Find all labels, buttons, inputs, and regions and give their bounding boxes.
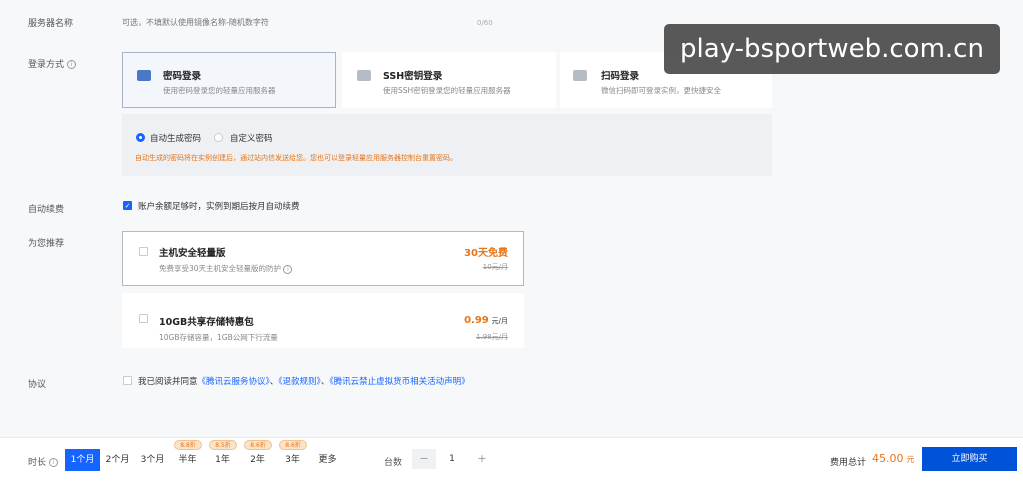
buy-now-button[interactable]: 立即购买 [922, 447, 1017, 471]
recommend-price: 30天免费 [464, 248, 508, 259]
agreement-link-service[interactable]: 《腾讯云服务协议》 [198, 377, 270, 387]
password-panel: 自动生成密码 自定义密码 自动生成的密码将在实例创建后，通过站内信发送给您。您也… [122, 114, 772, 176]
total-price-value: 45.00 [872, 452, 904, 465]
info-icon[interactable]: i [283, 264, 293, 274]
login-option-ssh[interactable]: SSH密钥登录 使用SSH密钥登录您的轻量应用服务器 [342, 52, 556, 108]
duration-half-year[interactable]: 半年 [170, 449, 205, 471]
duration-more[interactable]: 更多 [310, 449, 345, 471]
agreement-label: 协议 [28, 380, 47, 390]
recommend-original-price: 1.98元/月 [476, 333, 508, 341]
key-icon [357, 70, 371, 81]
discount-badge: 8.8折 [174, 440, 202, 450]
duration-label: 时长 i [28, 455, 58, 468]
recommend-item-storage[interactable]: 10GB共享存储特惠包 10GB存储容量，1GB公网下行流量 0.99 元/月 … [122, 293, 524, 348]
recommend-desc-text: 免费享受30天主机安全轻量版的防护 [159, 264, 282, 273]
radio-auto-password[interactable] [136, 133, 145, 142]
password-login-icon [137, 70, 151, 81]
duration-2-months[interactable]: 2个月 [100, 449, 135, 471]
radio-custom-password[interactable] [214, 133, 223, 142]
server-name-label: 服务器名称 [28, 19, 74, 29]
agreement-text: 我已阅读并同意《腾讯云服务协议》、《退款规则》、《腾讯云禁止虚拟货币相关活动声明… [138, 375, 470, 387]
agreement-checkbox[interactable] [123, 376, 132, 385]
recommend-title: 主机安全轻量版 [159, 248, 226, 259]
login-option-desc: 使用SSH密钥登录您的轻量应用服务器 [383, 86, 511, 95]
login-method-label: 登录方式 i [28, 57, 76, 70]
login-option-title: SSH密钥登录 [383, 71, 443, 82]
discount-badge: 8.6折 [279, 440, 307, 450]
auto-renew-checkbox[interactable]: ✓ [123, 201, 132, 210]
radio-custom-password-label[interactable]: 自定义密码 [230, 132, 273, 144]
discount-badge: 8.6折 [244, 440, 272, 450]
info-icon[interactable]: i [66, 60, 76, 69]
recommend-title: 10GB共享存储特惠包 [159, 317, 254, 328]
agreement-link-crypto[interactable]: 《腾讯云禁止虚拟货币相关活动声明》 [329, 377, 469, 387]
server-name-input[interactable] [122, 12, 502, 32]
duration-label-text: 时长 [28, 458, 47, 468]
login-option-title: 密码登录 [163, 71, 202, 82]
recommend-desc: 免费享受30天主机安全轻量版的防护 i [159, 263, 293, 274]
login-option-title: 扫码登录 [601, 71, 640, 82]
total-label: 费用总计 [830, 458, 867, 468]
recommend-price-value: 0.99 [464, 315, 489, 326]
total-price-unit: 元 [906, 455, 915, 464]
recommend-desc: 10GB存储容量，1GB公网下行流量 [159, 333, 278, 342]
total-price: 45.00 元 [872, 452, 914, 465]
quantity-minus-button[interactable]: − [412, 449, 436, 469]
quantity-value[interactable]: 1 [440, 449, 464, 469]
discount-badge: 8.5折 [209, 440, 237, 450]
recommend-original-price: 10元/月 [482, 263, 508, 271]
duration-1-year[interactable]: 1年 [205, 449, 240, 471]
watermark-overlay: play-bsportweb.com.cn [664, 24, 1000, 74]
login-option-desc: 微信扫码即可登录实例，更快捷安全 [601, 86, 721, 95]
quantity-plus-button[interactable]: + [470, 449, 494, 469]
radio-auto-password-label[interactable]: 自动生成密码 [150, 132, 201, 144]
recommend-checkbox[interactable] [139, 314, 148, 323]
login-option-password[interactable]: 密码登录 使用密码登录您的轻量应用服务器 [122, 52, 336, 108]
auto-renew-text: 账户余额足够时，实例到期后按月自动续费 [138, 202, 300, 212]
duration-2-years[interactable]: 2年 [240, 449, 275, 471]
password-notice: 自动生成的密码将在实例创建后，通过站内信发送给您。您也可以登录轻量应用服务器控制… [135, 154, 457, 162]
recommend-item-host-security[interactable]: 主机安全轻量版 免费享受30天主机安全轻量版的防护 i 30天免费 10元/月 [122, 231, 524, 286]
login-option-desc: 使用密码登录您的轻量应用服务器 [163, 86, 276, 95]
quantity-label: 台数 [384, 458, 403, 468]
server-name-counter: 0/60 [477, 19, 493, 27]
duration-1-month[interactable]: 1个月 [65, 449, 100, 471]
qrcode-icon [573, 70, 587, 81]
duration-3-months[interactable]: 3个月 [135, 449, 170, 471]
recommend-price-unit: 元/月 [491, 317, 508, 325]
info-icon[interactable]: i [48, 458, 58, 467]
recommend-checkbox[interactable] [139, 247, 148, 256]
auto-renew-label: 自动续费 [28, 205, 65, 215]
recommend-price: 0.99 元/月 [464, 315, 508, 326]
recommend-label: 为您推荐 [28, 239, 65, 249]
login-method-label-text: 登录方式 [28, 60, 65, 70]
agreement-link-refund[interactable]: 《退款规则》 [278, 377, 321, 387]
agreement-prefix: 我已阅读并同意 [138, 377, 198, 387]
duration-3-years[interactable]: 3年 [275, 449, 310, 471]
